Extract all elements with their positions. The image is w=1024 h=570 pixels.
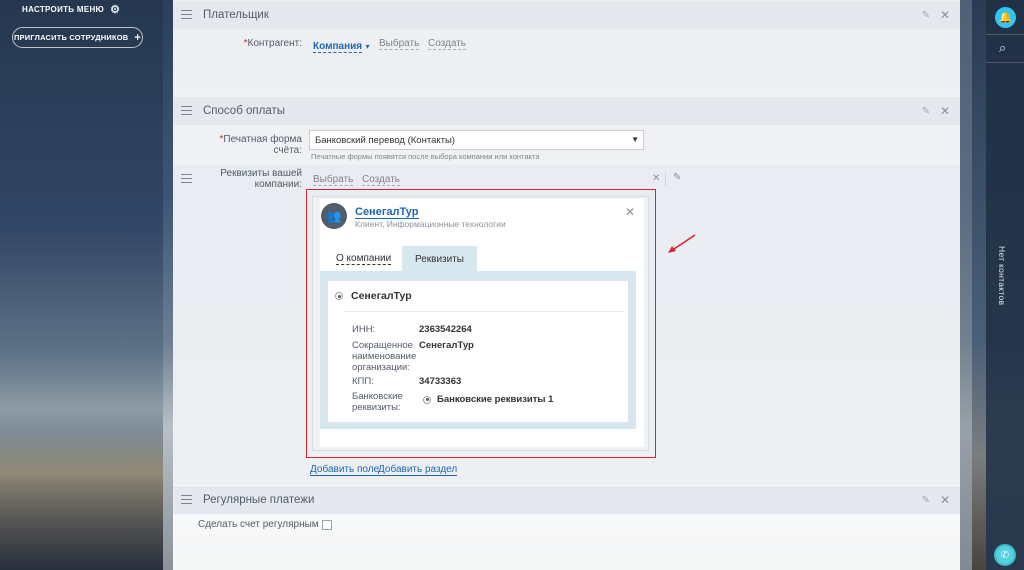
tab-requisites[interactable]: Реквизиты: [402, 246, 477, 272]
hamburger-icon[interactable]: [181, 10, 192, 19]
print-form-value: Банковский перевод (Контакты): [315, 135, 455, 146]
divider: [665, 172, 666, 186]
right-background: [972, 0, 986, 570]
hamburger-icon[interactable]: [181, 106, 192, 115]
close-icon[interactable]: ✕: [940, 8, 950, 22]
kpp-value: 34733363: [419, 376, 462, 387]
section-title-regular: Регулярные платежи: [203, 494, 315, 506]
section-header-regular: Регулярные платежи ✎ ✕: [173, 486, 960, 514]
print-form-hint: Печатные формы появятся после выбора ком…: [311, 152, 540, 161]
close-icon[interactable]: ✕: [940, 493, 950, 507]
tab-about-company[interactable]: О компании: [336, 253, 392, 265]
section-header-payment: Способ оплаты ✎ ✕: [173, 97, 960, 125]
card-divider: [344, 311, 624, 312]
hamburger-icon[interactable]: [181, 495, 192, 504]
short-name-value: СенегалТур: [419, 340, 474, 351]
bank-requisites-label: Банковские реквизиты:: [352, 391, 403, 413]
radio-selected-icon[interactable]: [335, 292, 343, 300]
rail-divider: [986, 62, 1024, 63]
company-link[interactable]: Компания: [313, 41, 363, 53]
pencil-icon[interactable]: ✎: [922, 106, 930, 117]
invite-employees-button[interactable]: ПРИГЛАСИТЬ СОТРУДНИКОВ +: [12, 27, 143, 48]
requisite-title: СенегалТур: [351, 290, 412, 302]
make-regular-label: Сделать счет регулярным: [198, 519, 319, 530]
caret-down-icon: ▾: [365, 42, 370, 51]
section-title-payment: Способ оплаты: [203, 105, 285, 117]
bell-icon[interactable]: 🔔: [995, 7, 1016, 28]
payer-create-link[interactable]: Создать: [428, 38, 467, 50]
add-section-link[interactable]: Добавить раздел: [378, 464, 458, 476]
inn-value: 2363542264: [419, 324, 472, 335]
kpp-label: КПП:: [352, 376, 374, 387]
requisites-choose-link[interactable]: Выбрать: [313, 174, 354, 186]
section-header-payer: Плательщик ✎ ✕: [173, 1, 960, 29]
main-right-gutter: [960, 0, 972, 570]
bank-requisites-option[interactable]: Банковские реквизиты 1: [423, 394, 553, 405]
company-dropdown[interactable]: Компания ▾: [313, 38, 370, 53]
gear-icon[interactable]: ⚙: [110, 3, 120, 16]
close-icon[interactable]: ✕: [940, 104, 950, 118]
radio-selected-icon[interactable]: [423, 395, 431, 404]
invite-label: ПРИГЛАСИТЬ СОТРУДНИКОВ: [13, 33, 129, 42]
menu-setup-label: НАСТРОИТЬ МЕНЮ: [22, 5, 105, 14]
contractor-label: *Контрагент:: [243, 38, 302, 49]
left-sidebar-background: [0, 0, 163, 570]
menu-setup-link[interactable]: НАСТРОИТЬ МЕНЮ ⚙: [22, 3, 120, 16]
popup-company-subtitle: Клиент, Информационные технологии: [355, 219, 506, 229]
requisites-create-link[interactable]: Создать: [362, 174, 401, 186]
add-field-link[interactable]: Добавить поле: [310, 464, 380, 476]
requisites-label: Реквизиты вашей компании:: [220, 168, 302, 190]
inn-label: ИНН:: [352, 324, 376, 335]
close-icon[interactable]: ✕: [652, 173, 660, 184]
pencil-icon[interactable]: ✎: [922, 495, 930, 506]
popup-company-name[interactable]: СенегалТур: [355, 206, 419, 219]
print-form-label: *Печатная форма счёта:: [219, 134, 302, 156]
select-arrow-icon: ▼: [631, 135, 639, 144]
make-regular-checkbox[interactable]: [322, 520, 332, 530]
pencil-icon[interactable]: ✎: [922, 10, 930, 21]
pencil-icon[interactable]: ✎: [673, 172, 681, 183]
payer-choose-link[interactable]: Выбрать: [379, 38, 420, 50]
hamburger-icon[interactable]: [181, 174, 192, 183]
close-icon[interactable]: ✕: [625, 205, 635, 219]
rail-divider: [986, 34, 1024, 35]
avatar-icon: 👥: [321, 203, 347, 229]
print-form-select[interactable]: Банковский перевод (Контакты) ▼: [309, 130, 644, 150]
bank-requisites-value: Банковские реквизиты 1: [437, 394, 554, 405]
search-icon[interactable]: ⌕: [999, 40, 1006, 56]
red-arrow-icon: [668, 234, 696, 253]
phone-icon[interactable]: ✆: [994, 544, 1016, 566]
no-contacts-label: Нет контактов: [997, 246, 1007, 306]
requisite-option[interactable]: СенегалТур: [335, 290, 412, 302]
plus-icon: +: [134, 31, 142, 44]
section-title-payer: Плательщик: [203, 9, 269, 21]
short-name-label: Сокращенное наименование организации:: [352, 340, 417, 373]
